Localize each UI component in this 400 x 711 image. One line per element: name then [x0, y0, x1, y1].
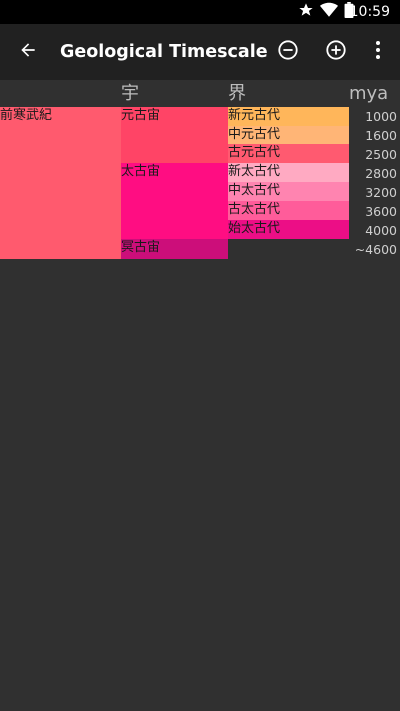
era-label: 古太古代 [228, 202, 281, 217]
zoom-in-button[interactable] [316, 32, 356, 72]
era-label: 新太古代 [228, 164, 281, 179]
mya-tick: 2800 [365, 166, 397, 181]
back-button[interactable] [8, 32, 48, 72]
page-title: Geological Timescale [60, 42, 268, 62]
mya-tick: 3200 [365, 185, 397, 200]
zoom-out-button[interactable] [268, 32, 308, 72]
era-block-mesoproterozoic[interactable]: 中元古代 [228, 126, 349, 144]
wifi-icon [320, 2, 338, 22]
era-block-paleoarchean[interactable]: 古太古代 [228, 201, 349, 220]
era-label: 中元古代 [228, 127, 281, 142]
timescale-content: 宇 界 mya 前寒武紀 元古宙 太古宙 冥古宙 新元古代 中元古代 古元古代 … [0, 80, 400, 711]
arrow-back-icon [18, 40, 38, 64]
eon-block-archean[interactable]: 太古宙 [121, 163, 228, 239]
star-icon [298, 2, 314, 22]
more-vert-icon [375, 40, 381, 64]
eon-label: 冥古宙 [121, 240, 161, 255]
era-label: 古元古代 [228, 145, 281, 160]
era-block-neoarchean[interactable]: 新太古代 [228, 163, 349, 182]
eon-label: 元古宙 [121, 108, 161, 123]
header-era: 界 [228, 83, 246, 104]
supereon-label: 前寒武紀 [0, 108, 53, 123]
mya-tick: 4000 [365, 223, 397, 238]
eon-label: 太古宙 [121, 164, 161, 179]
eon-block-proterozoic[interactable]: 元古宙 [121, 107, 228, 163]
eon-block-hadean[interactable]: 冥古宙 [121, 239, 228, 259]
status-icons [298, 2, 354, 22]
app-bar: Geological Timescale [0, 24, 400, 80]
mya-tick: 1600 [365, 128, 397, 143]
era-block-paleoproterozoic[interactable]: 古元古代 [228, 144, 349, 163]
plus-circle-icon [325, 39, 347, 65]
header-mya: mya [349, 83, 389, 104]
era-block-neoproterozoic[interactable]: 新元古代 [228, 107, 349, 126]
supereon-block[interactable]: 前寒武紀 [0, 107, 121, 259]
era-label: 中太古代 [228, 183, 281, 198]
mya-tick: 2500 [365, 147, 397, 162]
mya-tick: ~4600 [354, 242, 397, 257]
status-time: 10:59 [349, 4, 390, 20]
status-bar: 10:59 [0, 0, 400, 24]
era-label: 始太古代 [228, 221, 281, 236]
header-eon: 宇 [121, 83, 139, 104]
era-block-eoarchean[interactable]: 始太古代 [228, 220, 349, 239]
era-label: 新元古代 [228, 108, 281, 123]
mya-tick: 1000 [365, 109, 397, 124]
minus-circle-icon [277, 39, 299, 65]
era-block-mesoarchean[interactable]: 中太古代 [228, 182, 349, 201]
mya-tick: 3600 [365, 204, 397, 219]
overflow-menu-button[interactable] [358, 32, 398, 72]
